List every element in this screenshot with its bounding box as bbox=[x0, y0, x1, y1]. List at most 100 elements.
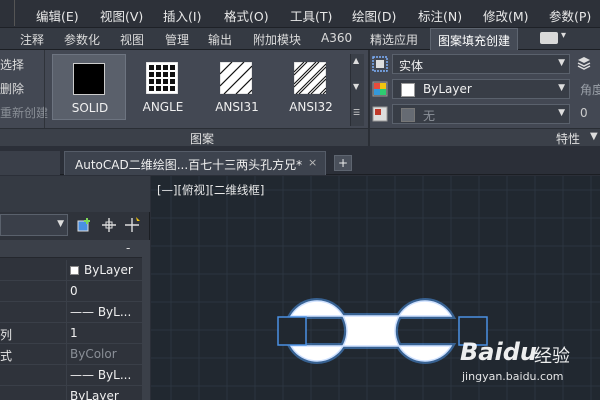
select-button[interactable]: 选择 bbox=[0, 56, 24, 73]
tab-featured-apps[interactable]: 精选应用 bbox=[370, 31, 418, 48]
layers-icon[interactable] bbox=[576, 56, 592, 70]
scroll-down-icon[interactable]: ▼ bbox=[353, 82, 359, 91]
hatch-type-icon bbox=[372, 56, 388, 72]
palette-section-header[interactable]: - bbox=[0, 240, 142, 258]
menu-tools[interactable]: 工具(T) bbox=[290, 6, 332, 25]
watermark-text: 经验 bbox=[534, 346, 570, 367]
tab-output[interactable]: 输出 bbox=[208, 31, 232, 48]
property-value: ByLayer bbox=[70, 389, 119, 400]
document-tab[interactable]: AutoCAD二维绘图...百七十三两头孔方兄* × bbox=[64, 151, 326, 175]
ansi31-pattern-icon bbox=[220, 62, 252, 94]
palette-row-scale[interactable]: 列 1 bbox=[0, 323, 142, 344]
angle-pattern-icon bbox=[146, 62, 178, 94]
menu-edit[interactable]: 编辑(E) bbox=[36, 6, 79, 25]
toggle-pickadd-icon[interactable] bbox=[76, 216, 94, 234]
property-value: ByColor bbox=[70, 347, 117, 361]
property-value: ByLayer bbox=[70, 263, 133, 277]
menu-modify[interactable]: 修改(M) bbox=[483, 6, 529, 25]
menu-parameter[interactable]: 参数(P) bbox=[549, 6, 591, 25]
chevron-down-icon: ▼ bbox=[558, 83, 565, 93]
solid-pattern-icon bbox=[73, 63, 105, 95]
pattern-label: ANGLE bbox=[142, 100, 184, 114]
menu-separator bbox=[14, 0, 15, 26]
palette-scrollbar[interactable] bbox=[142, 240, 150, 400]
palette-title-area bbox=[0, 176, 150, 212]
palette-row-transparency[interactable]: ByLayer bbox=[0, 386, 142, 400]
baidu-logo: Baidu bbox=[460, 338, 537, 366]
pattern-ansi31[interactable]: ANSI31 bbox=[200, 54, 274, 120]
scroll-up-icon[interactable]: ▲ bbox=[353, 56, 359, 65]
palette-row-lineweight[interactable]: —— ByL... bbox=[0, 365, 142, 386]
hatch-color-value: ByLayer bbox=[423, 82, 472, 96]
quick-select-icon[interactable] bbox=[124, 216, 142, 234]
properties-panel-footer: 特性 ▼ bbox=[370, 128, 600, 146]
hatch-type-select[interactable]: 实体 ▼ bbox=[392, 54, 570, 74]
ansi32-pattern-icon bbox=[294, 62, 326, 94]
menu-dimension[interactable]: 标注(N) bbox=[418, 6, 462, 25]
palette-row-layer[interactable]: 0 bbox=[0, 281, 142, 302]
select-objects-icon[interactable] bbox=[100, 216, 118, 234]
menu-draw[interactable]: 绘图(D) bbox=[352, 6, 396, 25]
close-icon[interactable]: × bbox=[308, 156, 317, 169]
tab-manage[interactable]: 管理 bbox=[165, 31, 189, 48]
property-value: 1 bbox=[70, 326, 78, 340]
pattern-label: ANSI31 bbox=[215, 100, 259, 114]
hatch-color-select[interactable]: ByLayer ▼ bbox=[392, 79, 570, 99]
ribbon-minimize-button[interactable] bbox=[540, 32, 558, 44]
background-color-value: 无 bbox=[423, 109, 436, 123]
hatched-wrench-shape[interactable] bbox=[277, 298, 488, 364]
pattern-angle[interactable]: ANGLE bbox=[126, 54, 200, 120]
palette-row-plotstyle[interactable]: 式 ByColor bbox=[0, 344, 142, 365]
palette-row-color[interactable]: ByLayer bbox=[0, 260, 142, 281]
tab-view[interactable]: 视图 bbox=[120, 31, 144, 48]
panel-divider bbox=[44, 50, 45, 128]
menu-format[interactable]: 格式(O) bbox=[224, 6, 269, 25]
angle-value: 0 bbox=[580, 106, 588, 120]
property-value: 0 bbox=[70, 284, 78, 298]
pattern-panel-title: 图案 bbox=[190, 132, 215, 146]
collapse-icon[interactable]: - bbox=[126, 241, 130, 255]
chevron-down-icon[interactable]: ▼ bbox=[590, 131, 598, 142]
color-swatch bbox=[70, 266, 79, 275]
pattern-panel-footer: 图案 bbox=[0, 128, 368, 146]
angle-label: 角度 bbox=[580, 83, 600, 97]
color-swatch bbox=[401, 83, 415, 97]
menu-insert[interactable]: 插入(I) bbox=[163, 6, 201, 25]
ribbon-tab-bar: 注释 参数化 视图 管理 输出 附加模块 A360 精选应用 图案填充创建 ▾ bbox=[0, 28, 600, 50]
document-tab-bar: AutoCAD二维绘图...百七十三两头孔方兄* × + bbox=[0, 147, 600, 175]
new-tab-button[interactable]: + bbox=[334, 155, 352, 171]
palette-row-linetype[interactable]: —— ByL... bbox=[0, 302, 142, 323]
chevron-down-icon[interactable]: ▾ bbox=[561, 30, 566, 41]
watermark-url: jingyan.baidu.com bbox=[462, 370, 564, 383]
document-tab-title: AutoCAD二维绘图...百七十三两头孔方兄* bbox=[75, 158, 303, 172]
tab-a360[interactable]: A360 bbox=[321, 31, 352, 45]
pattern-gallery-scroll[interactable]: ▲ ▼ ☰ bbox=[350, 54, 364, 126]
pattern-ansi32[interactable]: ANSI32 bbox=[274, 54, 348, 120]
gallery-expand-icon[interactable]: ☰ bbox=[353, 108, 360, 117]
property-label: 式 bbox=[0, 349, 13, 363]
color-swatch bbox=[401, 108, 415, 122]
background-color-select[interactable]: 无 ▼ bbox=[392, 104, 570, 124]
pattern-label: ANSI32 bbox=[289, 100, 333, 114]
pattern-solid[interactable]: SOLID bbox=[52, 54, 126, 120]
chevron-down-icon: ▼ bbox=[57, 219, 64, 229]
menu-bar: 编辑(E) 视图(V) 插入(I) 格式(O) 工具(T) 绘图(D) 标注(N… bbox=[0, 0, 600, 28]
menu-view[interactable]: 视图(V) bbox=[100, 6, 143, 25]
tab-addins[interactable]: 附加模块 bbox=[253, 31, 301, 48]
start-tab[interactable] bbox=[0, 151, 60, 175]
object-type-select[interactable]: ▼ bbox=[0, 214, 68, 236]
property-label: 列 bbox=[0, 328, 13, 342]
remove-button[interactable]: 删除 bbox=[0, 80, 24, 97]
hatch-color-row: ByLayer ▼ bbox=[372, 79, 570, 99]
hatch-type-row: 实体 ▼ bbox=[372, 54, 570, 74]
tab-parametric[interactable]: 参数化 bbox=[64, 31, 100, 48]
tab-hatch-creation[interactable]: 图案填充创建 bbox=[430, 28, 519, 50]
tab-annotate[interactable]: 注释 bbox=[20, 31, 44, 48]
background-color-icon bbox=[372, 106, 388, 122]
hatch-color-icon bbox=[372, 81, 388, 97]
hatch-type-value: 实体 bbox=[399, 59, 424, 73]
property-value: —— ByL... bbox=[70, 305, 132, 319]
viewport-controls-label[interactable]: [—][俯视][二维线框] bbox=[157, 182, 264, 198]
pattern-label: SOLID bbox=[71, 101, 109, 115]
left-square-hole bbox=[277, 316, 307, 346]
